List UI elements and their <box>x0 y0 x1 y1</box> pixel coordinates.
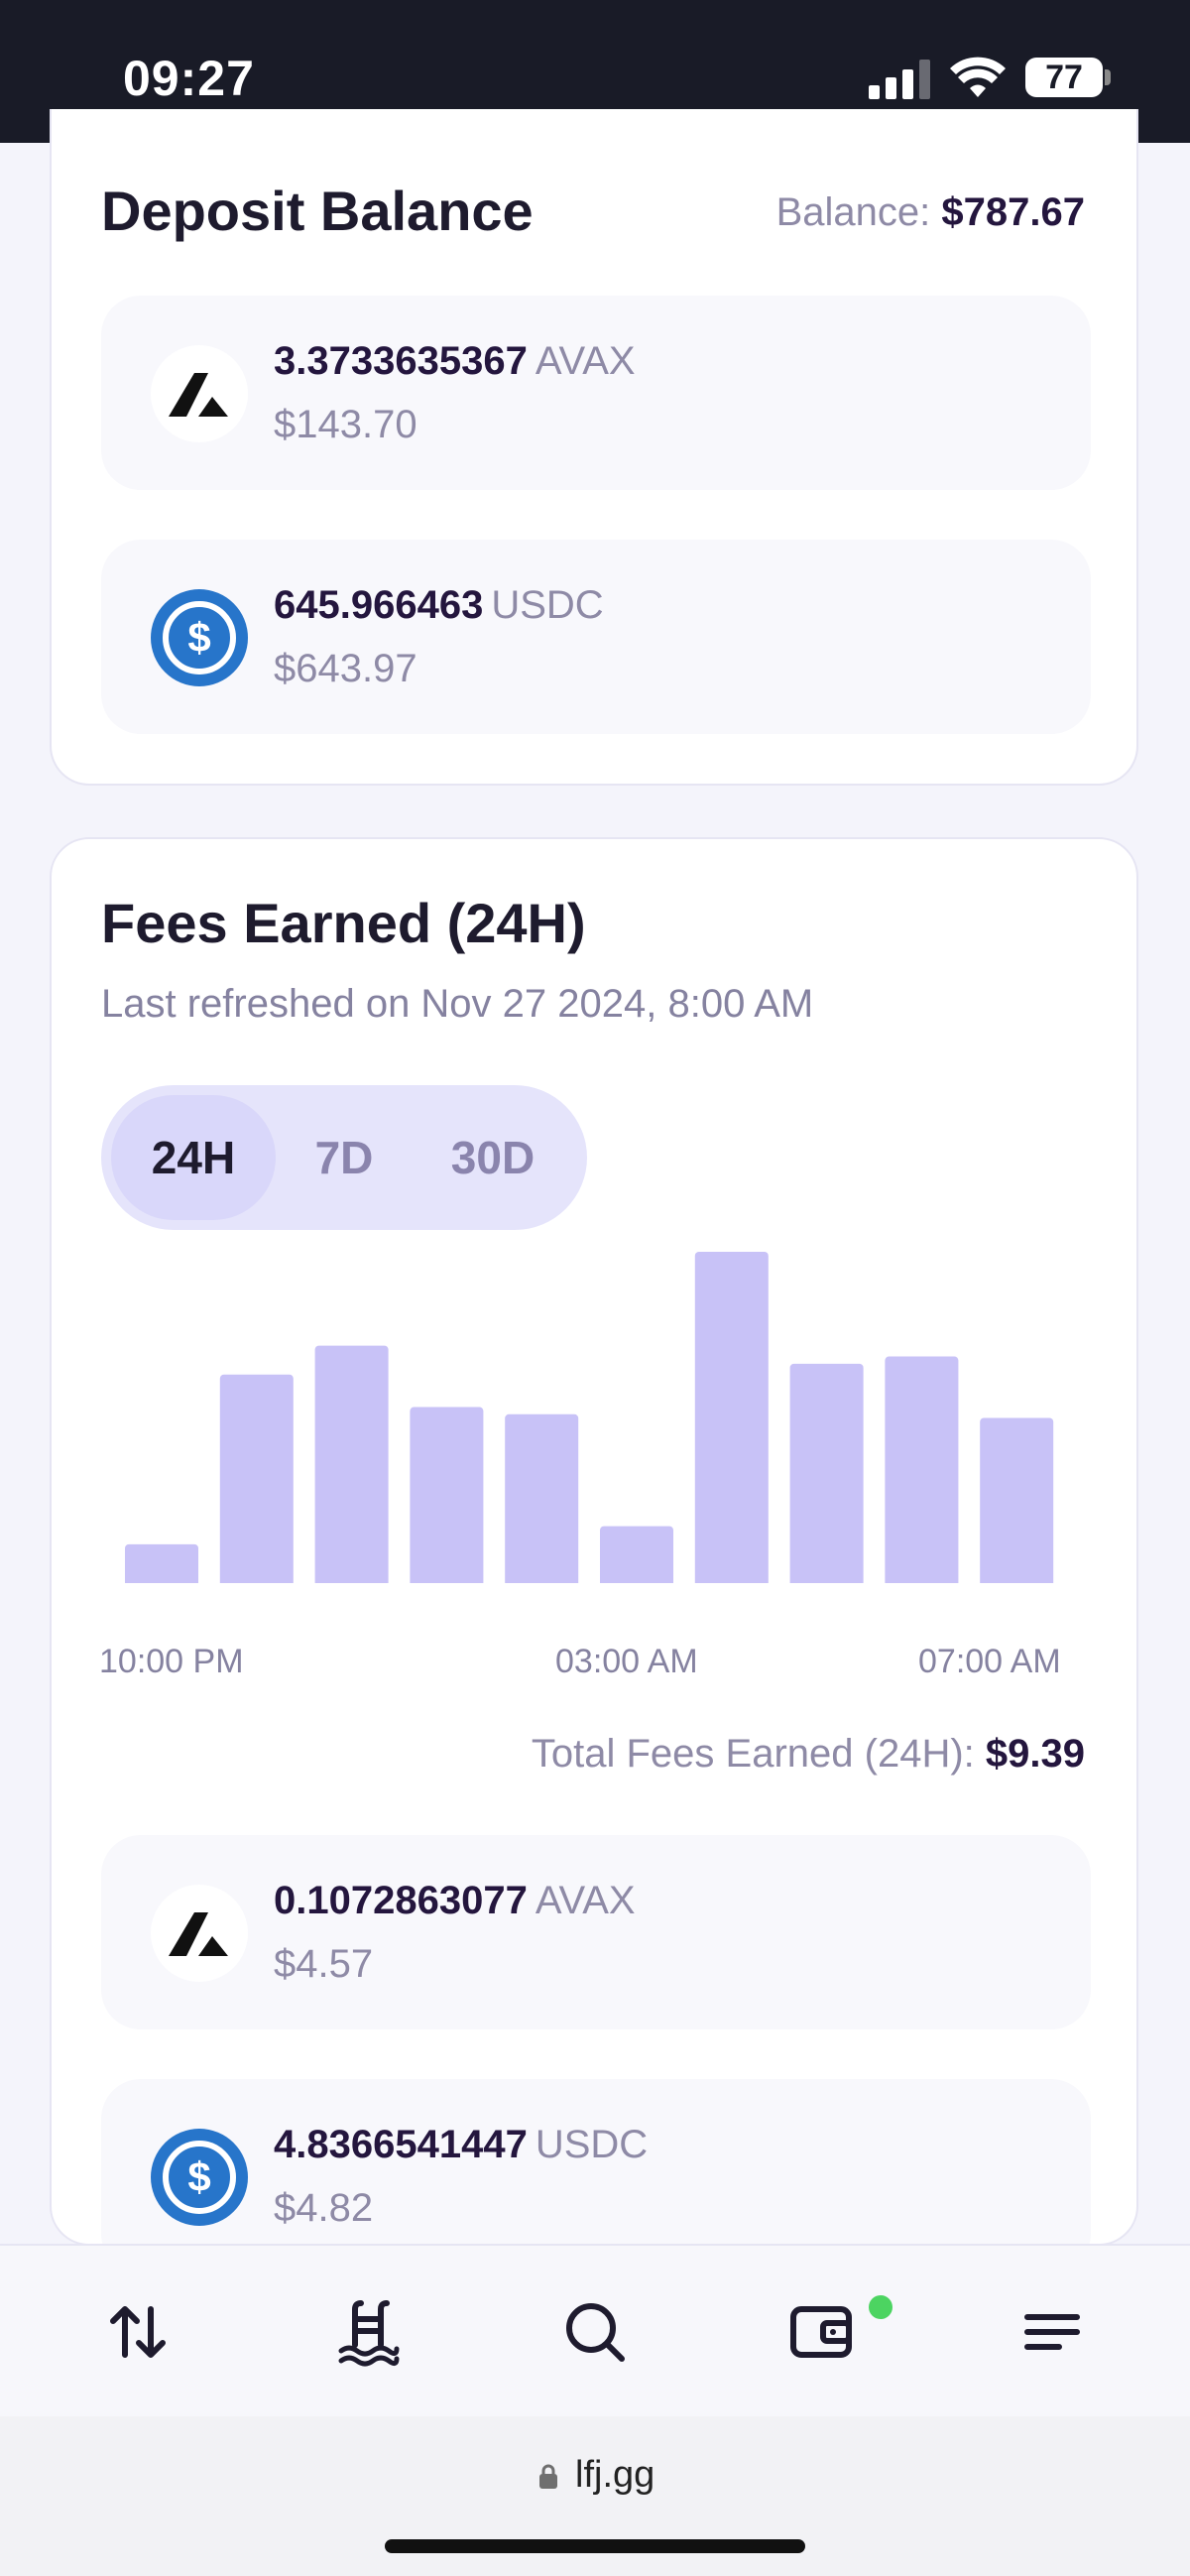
bottom-navigation <box>0 2244 1190 2416</box>
fees-earned-title: Fees Earned (24H) <box>101 892 586 954</box>
token-usd-value: $4.82 <box>274 2186 374 2230</box>
swap-icon[interactable] <box>103 2297 173 2367</box>
total-fees-label: Total Fees Earned (24H): <box>531 1732 975 1776</box>
total-fees-summary: Total Fees Earned (24H): $9.39 <box>532 1732 1085 1777</box>
token-symbol: AVAX <box>535 1879 636 1922</box>
deposit-token-avax: 3.3733635367 AVAX $143.70 <box>101 296 1091 490</box>
tab-30d[interactable]: 30D <box>409 1095 577 1220</box>
avax-icon <box>151 1885 248 1982</box>
tab-24h[interactable]: 24H <box>111 1095 276 1220</box>
search-icon[interactable] <box>560 2297 630 2367</box>
chart-bar[interactable] <box>505 1413 579 1583</box>
deposit-balance-title: Deposit Balance <box>101 180 534 242</box>
wallet-notification-dot <box>869 2295 892 2319</box>
balance-value: $787.67 <box>941 190 1085 234</box>
last-refreshed-text: Last refreshed on Nov 27 2024, 8:00 AM <box>101 982 814 1026</box>
token-symbol: AVAX <box>535 339 636 383</box>
chart-bar[interactable] <box>980 1417 1054 1583</box>
chart-bar[interactable] <box>600 1526 673 1583</box>
fees-token-avax: 0.1072863077 AVAX $4.57 <box>101 1835 1091 2029</box>
svg-text:$: $ <box>187 614 210 661</box>
fees-bar-chart <box>125 1252 1054 1583</box>
browser-address-bar: lfj.gg <box>0 2416 1190 2576</box>
wifi-icon <box>950 57 1006 97</box>
usdc-icon: $ <box>151 2129 248 2226</box>
deposit-token-usdc: $ 645.966463 USDC $643.97 <box>101 540 1091 734</box>
fees-earned-card: Fees Earned (24H) Last refreshed on Nov … <box>50 837 1140 2273</box>
token-amount-value: 645.966463 <box>274 583 484 627</box>
svg-text:$: $ <box>187 2153 210 2200</box>
deposit-balance-summary: Balance: $787.67 <box>776 190 1085 235</box>
battery-cap <box>1105 69 1111 85</box>
x-tick-label: 10:00 PM <box>99 1643 244 1680</box>
token-amount-value: 0.1072863077 <box>274 1879 528 1922</box>
avax-icon <box>151 345 248 442</box>
total-fees-value: $9.39 <box>985 1732 1085 1776</box>
balance-label: Balance: <box>775 190 931 234</box>
token-amount: 4.8366541447 USDC <box>274 2123 648 2167</box>
token-usd-value: $143.70 <box>274 403 417 446</box>
chart-bar[interactable] <box>219 1374 294 1583</box>
lock-icon <box>539 2464 557 2489</box>
token-amount-value: 4.8366541447 <box>274 2123 528 2166</box>
url-text[interactable]: lfj.gg <box>575 2454 654 2497</box>
tab-7d[interactable]: 7D <box>299 1095 389 1220</box>
token-symbol: USDC <box>491 583 604 627</box>
token-symbol: USDC <box>535 2123 649 2166</box>
chart-bar[interactable] <box>789 1363 864 1583</box>
token-usd-value: $643.97 <box>274 647 417 690</box>
status-time: 09:27 <box>123 51 255 106</box>
usdc-icon: $ <box>151 589 248 686</box>
deposit-balance-card: Deposit Balance Balance: $787.67 3.37336… <box>50 109 1138 786</box>
x-tick-label: 07:00 AM <box>918 1643 1061 1680</box>
wallet-icon[interactable] <box>787 2297 857 2367</box>
token-amount-value: 3.3733635367 <box>274 339 528 383</box>
chart-bar[interactable] <box>410 1407 484 1583</box>
chart-bar[interactable] <box>694 1252 769 1583</box>
cellular-signal-icon <box>869 60 930 99</box>
home-indicator <box>385 2539 805 2553</box>
period-selector: 24H 7D 30D <box>101 1085 587 1230</box>
token-amount: 645.966463 USDC <box>274 583 604 628</box>
chart-bar[interactable] <box>885 1356 959 1583</box>
chart-x-axis: 10:00 PM 03:00 AM 07:00 AM <box>52 1643 1140 1682</box>
x-tick-label: 03:00 AM <box>555 1643 698 1680</box>
token-amount: 3.3733635367 AVAX <box>274 339 636 384</box>
token-usd-value: $4.57 <box>274 1942 374 1986</box>
pool-icon[interactable] <box>333 2297 403 2367</box>
menu-icon[interactable] <box>1017 2297 1087 2367</box>
battery-indicator: 77 <box>1025 58 1103 97</box>
chart-bar[interactable] <box>125 1543 198 1583</box>
token-amount: 0.1072863077 AVAX <box>274 1879 636 1923</box>
chart-bar[interactable] <box>314 1345 389 1583</box>
